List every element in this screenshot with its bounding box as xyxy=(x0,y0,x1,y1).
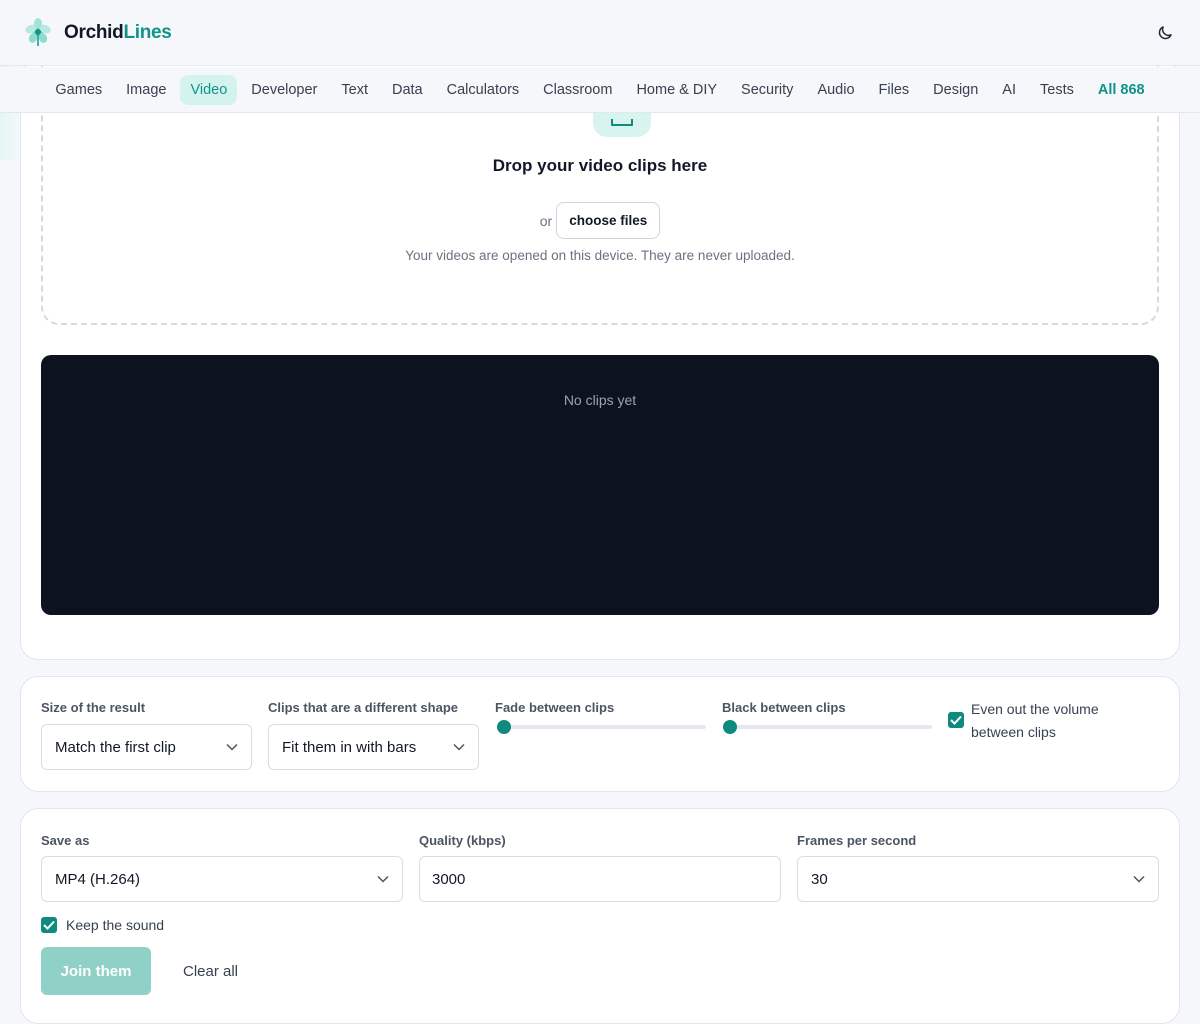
nav-item-image[interactable]: Image xyxy=(116,75,176,105)
format-select[interactable]: MP4 (H.264) xyxy=(41,856,403,902)
format-select-value: MP4 (H.264) xyxy=(55,870,141,888)
nav-item-calculators[interactable]: Calculators xyxy=(437,75,530,105)
nav-item-all[interactable]: All 868 xyxy=(1088,75,1155,105)
shape-label: Clips that are a different shape xyxy=(268,700,458,715)
size-label: Size of the result xyxy=(41,700,146,715)
format-label: Save as xyxy=(41,833,90,848)
fps-select-value: 30 xyxy=(811,870,828,888)
black-slider-thumb[interactable] xyxy=(723,720,737,734)
nav-item-text[interactable]: Text xyxy=(331,75,378,105)
clear-all-button[interactable]: Clear all xyxy=(183,947,238,995)
fade-slider[interactable] xyxy=(497,719,706,735)
privacy-note: Your videos are opened on this device. T… xyxy=(405,248,795,263)
black-slider[interactable] xyxy=(723,719,932,735)
nav-item-video[interactable]: Video xyxy=(180,74,238,105)
dark-mode-toggle[interactable] xyxy=(1148,16,1182,50)
join-options-card: Size of the result Match the first clip … xyxy=(20,676,1180,792)
black-label: Black between clips xyxy=(722,700,846,715)
nav-item-tests[interactable]: Tests xyxy=(1030,75,1084,105)
upload-card: Drop your video clips here or choose fil… xyxy=(20,60,1180,660)
empty-preview-text: No clips yet xyxy=(563,392,637,408)
chevron-down-icon xyxy=(453,743,465,751)
fade-slider-thumb[interactable] xyxy=(497,720,511,734)
brand-link[interactable]: OrchidLines xyxy=(22,17,172,49)
keep-sound-label: Keep the sound xyxy=(66,917,165,933)
nav-item-home-diy[interactable]: Home & DIY xyxy=(626,75,727,105)
nav-item-files[interactable]: Files xyxy=(869,75,920,105)
check-icon xyxy=(950,715,962,725)
choose-files-button[interactable]: choose files xyxy=(556,202,661,239)
size-select[interactable]: Match the first clip xyxy=(41,724,252,770)
or-text: or xyxy=(539,212,553,229)
check-icon xyxy=(43,920,55,930)
volume-checkbox[interactable] xyxy=(948,712,964,728)
drop-title: Drop your video clips here xyxy=(492,156,708,175)
nav-item-security[interactable]: Security xyxy=(731,75,803,105)
choose-row: or choose files xyxy=(43,202,1157,239)
nav-item-developer[interactable]: Developer xyxy=(241,75,327,105)
nav-item-classroom[interactable]: Classroom xyxy=(533,75,622,105)
brand-name: OrchidLines xyxy=(64,21,172,43)
video-preview: No clips yet xyxy=(41,355,1159,615)
black-slider-track xyxy=(723,725,932,729)
category-nav: Games Image Video Developer Text Data Calculat… xyxy=(0,67,1200,113)
quality-label: Quality (kbps) xyxy=(419,833,506,848)
chevron-down-icon xyxy=(377,875,389,883)
volume-label: Even out the volume between clips xyxy=(971,701,1099,740)
nav-item-games[interactable]: Games xyxy=(45,75,112,105)
fps-label: Frames per second xyxy=(797,833,917,848)
size-select-value: Match the first clip xyxy=(55,738,176,756)
shape-select[interactable]: Fit them in with bars xyxy=(268,724,479,770)
keep-sound-checkbox[interactable] xyxy=(41,917,57,933)
nav-item-data[interactable]: Data xyxy=(382,75,433,105)
shape-select-value: Fit them in with bars xyxy=(282,738,417,756)
chevron-down-icon xyxy=(1133,875,1145,883)
chevron-down-icon xyxy=(226,743,238,751)
export-card: Save as MP4 (H.264) Quality (kbps) 3000 … xyxy=(20,808,1180,1024)
nav-item-audio[interactable]: Audio xyxy=(807,75,864,105)
nav-item-ai[interactable]: AI xyxy=(992,75,1026,105)
orchid-logo-icon xyxy=(25,17,51,46)
fade-slider-track xyxy=(497,725,706,729)
join-button[interactable]: Join them xyxy=(41,947,151,995)
nav-item-design[interactable]: Design xyxy=(923,75,988,105)
quality-input[interactable]: 3000 xyxy=(419,856,781,902)
fps-select[interactable]: 30 xyxy=(797,856,1159,902)
site-header: OrchidLines xyxy=(0,0,1200,66)
moon-icon xyxy=(1158,25,1172,39)
fade-label: Fade between clips xyxy=(495,700,615,715)
